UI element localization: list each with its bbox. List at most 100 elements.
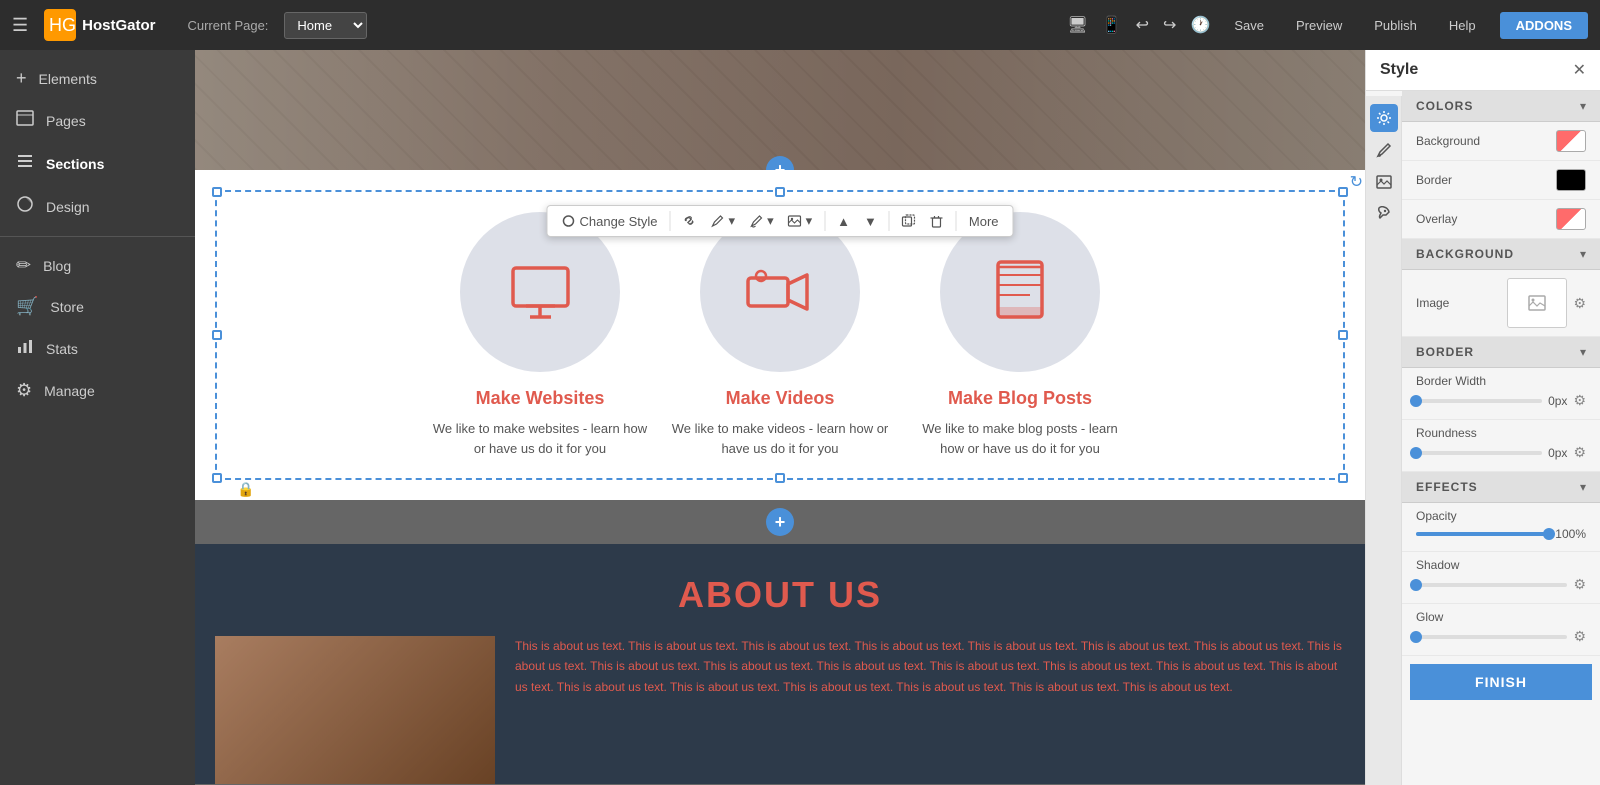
roundness-gear-icon[interactable]: ⚙ [1573, 444, 1586, 461]
change-style-button[interactable]: Change Style [555, 211, 663, 232]
draw2-button[interactable]: ▾ [743, 210, 780, 232]
preview-button[interactable]: Preview [1288, 14, 1350, 37]
glow-gear-icon[interactable]: ⚙ [1573, 628, 1586, 645]
draw1-button[interactable]: ▾ [705, 210, 742, 232]
background-section-header[interactable]: BACKGROUND ▾ [1402, 239, 1600, 270]
toolbar-separator-2 [824, 211, 825, 231]
background-collapse-icon: ▾ [1580, 247, 1586, 261]
help-button[interactable]: Help [1441, 14, 1484, 37]
resize-handle-tm[interactable] [775, 187, 785, 197]
resize-handle-tr[interactable] [1338, 187, 1348, 197]
border-width-thumb[interactable] [1410, 395, 1422, 407]
opacity-row: Opacity 100% [1402, 503, 1600, 552]
image-button[interactable]: ▾ [782, 210, 819, 232]
undo-icon[interactable]: ↩ [1136, 15, 1149, 35]
sidebar-item-sections[interactable]: Sections [0, 142, 195, 185]
move-up-button[interactable]: ▲ [831, 211, 856, 232]
border-width-slider[interactable] [1416, 399, 1542, 403]
border-color-swatch-wrap: ▾ [1556, 169, 1586, 191]
border-color-swatch[interactable] [1556, 169, 1586, 191]
resize-handle-br[interactable] [1338, 473, 1348, 483]
page-selector[interactable]: Home About Contact [284, 12, 367, 39]
border-width-row: Border Width 0px ⚙ [1402, 368, 1600, 420]
shadow-gear-icon[interactable]: ⚙ [1573, 576, 1586, 593]
glow-slider[interactable] [1416, 635, 1567, 639]
effects-collapse-icon: ▾ [1580, 480, 1586, 494]
roundness-thumb[interactable] [1410, 447, 1422, 459]
border-width-gear-icon[interactable]: ⚙ [1573, 392, 1586, 409]
opacity-thumb[interactable] [1543, 528, 1555, 540]
duplicate-button[interactable] [896, 211, 922, 231]
rotate-icon[interactable]: ↻ [1350, 172, 1363, 192]
page-content: + Change Style ▾ ▾ [195, 50, 1365, 785]
shadow-thumb[interactable] [1410, 579, 1422, 591]
addons-button[interactable]: ADDONS [1500, 12, 1588, 39]
sidebar-item-design[interactable]: Design [0, 185, 195, 228]
resize-handle-ml[interactable] [212, 330, 222, 340]
roundness-slider[interactable] [1416, 451, 1542, 455]
sidebar-item-blog[interactable]: ✏ Blog [0, 245, 195, 286]
strip-brush-icon[interactable] [1370, 136, 1398, 164]
sidebar-item-manage[interactable]: ⚙ Manage [0, 370, 195, 411]
sidebar-item-stats[interactable]: Stats [0, 327, 195, 370]
shadow-slider[interactable] [1416, 583, 1567, 587]
glow-thumb[interactable] [1410, 631, 1422, 643]
more-button[interactable]: More [963, 211, 1005, 232]
sidebar-item-label: Sections [46, 156, 104, 172]
effects-section-header[interactable]: EFFECTS ▾ [1402, 472, 1600, 503]
sidebar-item-label: Manage [44, 383, 95, 399]
strip-image-icon[interactable] [1370, 168, 1398, 196]
style-icon [561, 214, 575, 228]
sidebar-item-pages[interactable]: Pages [0, 99, 195, 142]
sidebar-item-label: Blog [43, 258, 71, 274]
resize-handle-bl[interactable] [212, 473, 222, 483]
publish-button[interactable]: Publish [1366, 14, 1425, 37]
border-width-label: Border Width [1416, 374, 1486, 388]
resize-handle-tl[interactable] [212, 187, 222, 197]
add-section-button-mid[interactable]: + [766, 508, 794, 536]
topbar: ☰ HG HostGator Current Page: Home About … [0, 0, 1600, 50]
resize-handle-mr[interactable] [1338, 330, 1348, 340]
canvas-area: + Change Style ▾ ▾ [195, 50, 1365, 785]
image-upload-icon [1527, 293, 1547, 313]
history-icon[interactable]: 🕐 [1190, 15, 1210, 35]
redo-icon[interactable]: ↪ [1163, 15, 1176, 35]
tablet-view-icon[interactable]: 📱 [1102, 15, 1122, 35]
image-property-row: Image ⚙ [1402, 270, 1600, 337]
link-button[interactable] [677, 211, 703, 231]
image-icon [788, 214, 802, 228]
delete-button[interactable] [924, 211, 950, 231]
desktop-view-icon[interactable]: 🖥 [1067, 15, 1087, 35]
card-videos: Make Videos We like to make videos - lea… [670, 212, 890, 458]
strip-settings-icon[interactable] [1370, 104, 1398, 132]
strip-rocket-icon[interactable] [1370, 200, 1398, 228]
sidebar-item-elements[interactable]: + Elements [0, 58, 195, 99]
border-section-header[interactable]: BORDER ▾ [1402, 337, 1600, 368]
finish-button[interactable]: FINISH [1410, 664, 1592, 700]
link-icon [683, 214, 697, 228]
border-collapse-icon: ▾ [1580, 345, 1586, 359]
card-websites: Make Websites We like to make websites -… [430, 212, 650, 458]
image-upload-box[interactable] [1507, 278, 1567, 328]
lock-icon[interactable]: 🔒 [237, 481, 254, 498]
image-settings-icon[interactable]: ⚙ [1573, 295, 1586, 312]
move-down-button[interactable]: ▼ [858, 211, 883, 232]
save-button[interactable]: Save [1226, 14, 1272, 37]
add-section-button-top[interactable]: + [766, 156, 794, 170]
panel-close-button[interactable]: ✕ [1573, 60, 1586, 80]
border-section-label: BORDER [1416, 345, 1474, 359]
hamburger-menu[interactable]: ☰ [12, 15, 28, 36]
panel-content: COLORS ▾ Background ▾ Border ▾ Overlay [1402, 91, 1600, 785]
card-text-blog: We like to make blog posts - learn how o… [910, 419, 1130, 458]
main-area: + Elements Pages Sections Design ✏ Blog [0, 50, 1600, 785]
colors-section-header[interactable]: COLORS ▾ [1402, 91, 1600, 122]
background-label: Background [1416, 134, 1480, 148]
sidebar-item-store[interactable]: 🛒 Store [0, 286, 195, 327]
toolbar-separator-3 [889, 211, 890, 231]
colors-collapse-icon: ▾ [1580, 99, 1586, 113]
resize-handle-bm[interactable] [775, 473, 785, 483]
background-color-swatch[interactable] [1556, 130, 1586, 152]
overlay-color-swatch[interactable] [1556, 208, 1586, 230]
opacity-slider[interactable] [1416, 532, 1549, 536]
colors-label: COLORS [1416, 99, 1473, 113]
